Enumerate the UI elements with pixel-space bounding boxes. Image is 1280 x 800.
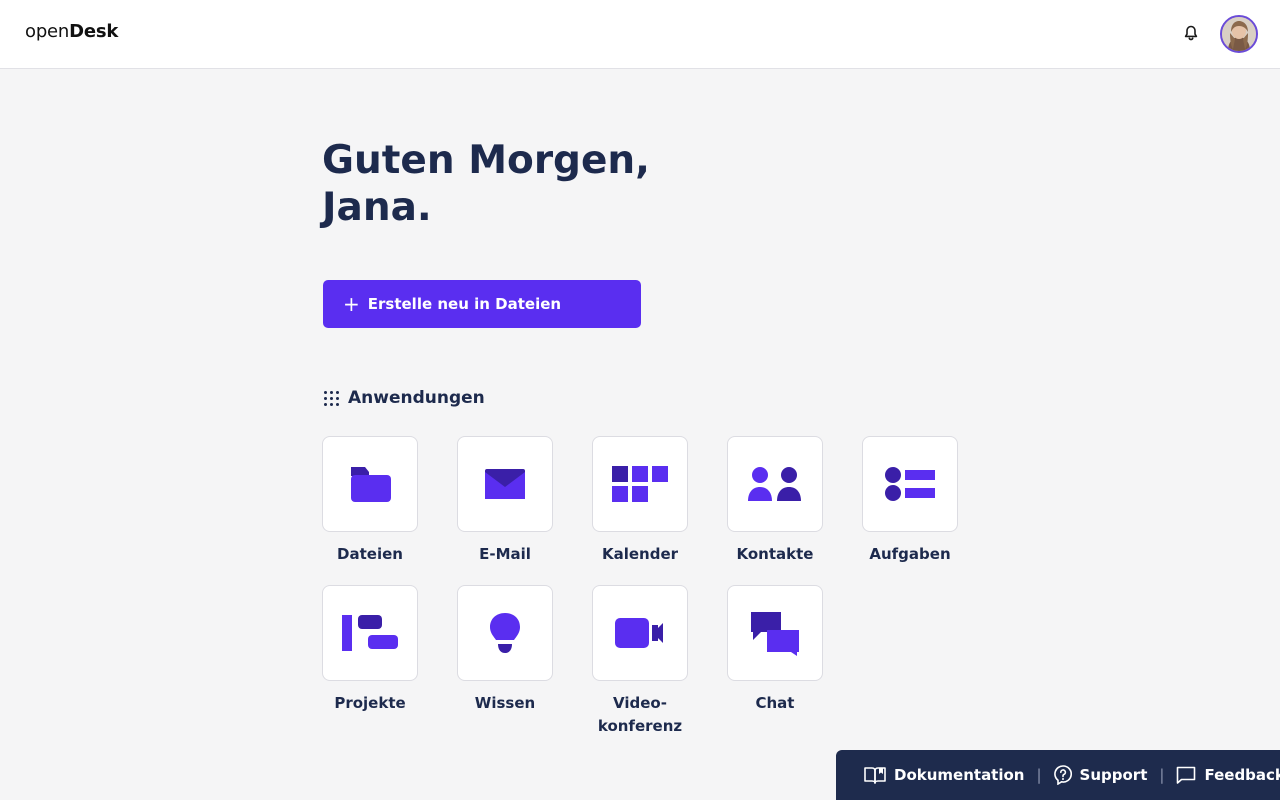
app-chat[interactable]: Chat [720, 585, 830, 715]
support-link[interactable]: Support [1053, 765, 1147, 785]
footer-separator: | [1036, 766, 1042, 784]
apps-section-header: Anwendungen [324, 388, 485, 408]
mail-icon [485, 469, 525, 499]
greeting-heading: Guten Morgen, Jana. [322, 138, 650, 230]
plus-icon: + [343, 292, 360, 316]
app-projects[interactable]: Projekte [315, 585, 425, 715]
video-icon [615, 618, 663, 648]
calendar-icon [612, 466, 668, 502]
app-tasks[interactable]: Aufgaben [855, 436, 965, 566]
feedback-link[interactable]: Feedback [1176, 766, 1280, 784]
apps-grid-icon [324, 390, 339, 406]
apps-section-title: Anwendungen [348, 388, 485, 408]
contacts-icon [748, 467, 801, 501]
create-button-label: Erstelle neu in Dateien [367, 295, 562, 313]
projects-icon [342, 615, 398, 651]
opendesk-logo[interactable]: openDesk [25, 21, 118, 42]
lightbulb-icon [490, 613, 520, 653]
top-bar: openDesk [0, 0, 1280, 69]
book-icon [864, 767, 886, 784]
app-email[interactable]: E-Mail [450, 436, 560, 566]
documentation-link[interactable]: Dokumentation [864, 766, 1024, 784]
app-video-conference[interactable]: Video- konferenz [585, 585, 695, 738]
chat-icon [751, 612, 799, 656]
app-calendar[interactable]: Kalender [585, 436, 695, 566]
app-contacts[interactable]: Kontakte [720, 436, 830, 566]
bell-icon[interactable] [1181, 22, 1201, 44]
user-avatar[interactable] [1220, 15, 1258, 53]
help-footer-bar: Dokumentation | Support | Feedback [836, 750, 1280, 800]
feedback-icon [1177, 766, 1196, 784]
help-icon [1053, 765, 1072, 785]
folder-icon [351, 467, 391, 502]
create-new-in-files-button[interactable]: + Erstelle neu in Dateien [323, 280, 641, 328]
app-files[interactable]: Dateien [315, 436, 425, 566]
tasks-icon [885, 467, 935, 501]
footer-separator: | [1159, 766, 1165, 784]
app-knowledge[interactable]: Wissen [450, 585, 560, 715]
